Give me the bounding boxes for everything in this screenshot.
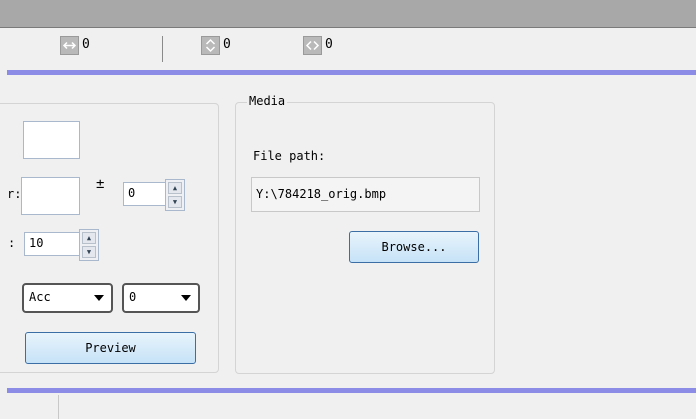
vertical-expand-icon[interactable] [201,36,220,55]
count-spinner[interactable]: ▲ ▼ [79,229,99,261]
media-group-legend: Media [247,94,288,108]
status-bar-separator [58,395,59,419]
count-input[interactable]: 10 [24,232,80,256]
spin-down-icon[interactable]: ▼ [168,196,182,208]
value-field-top[interactable] [23,121,80,159]
horizontal-expand-value: 0 [325,37,333,52]
spin-up-icon[interactable]: ▲ [168,182,182,194]
chevron-down-icon [181,295,191,301]
toolbar-separator [162,36,163,62]
accent-bar-top [7,70,696,75]
browse-button[interactable]: Browse... [349,231,479,263]
index-dropdown-value: 0 [129,290,137,304]
index-dropdown[interactable]: 0 [122,283,200,313]
mode-dropdown[interactable]: Acc [22,283,113,313]
spin-down-icon[interactable]: ▼ [82,246,96,258]
accent-bar-bottom [7,388,696,393]
field-label-r: r: [7,187,22,201]
file-path-field[interactable]: Y:\784218_orig.bmp [251,177,480,212]
mode-dropdown-value: Acc [29,290,51,304]
preview-button[interactable]: Preview [25,332,196,364]
horizontal-expand-icon[interactable] [303,36,322,55]
horizontal-resize-value: 0 [82,37,90,52]
spin-up-icon[interactable]: ▲ [82,232,96,244]
window-title-bar [0,0,696,27]
horizontal-resize-icon[interactable] [60,36,79,55]
vertical-expand-value: 0 [223,37,231,52]
value-field-r[interactable] [21,177,80,215]
offset-input[interactable]: 0 [123,182,167,206]
chevron-down-icon [94,295,104,301]
offset-spinner[interactable]: ▲ ▼ [165,179,185,211]
status-bar [0,395,696,419]
field-label-colon: : [8,236,16,250]
file-path-label: File path: [253,149,326,163]
plus-minus-label: ± [96,176,105,192]
toolbar [0,28,696,69]
